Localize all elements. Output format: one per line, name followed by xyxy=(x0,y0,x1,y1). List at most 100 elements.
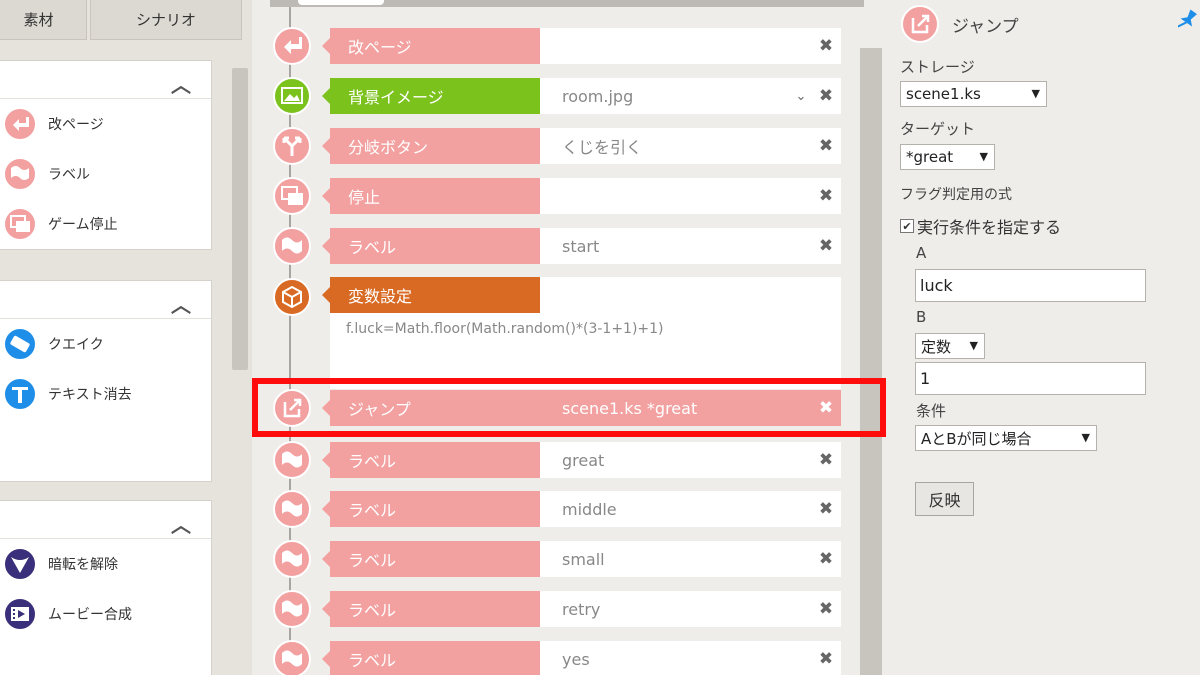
return-arrow-icon xyxy=(273,27,311,65)
timeline-row[interactable]: ラベル small ✖ xyxy=(252,540,892,578)
command-label: ラベル xyxy=(322,228,540,264)
palette-group-header: ︿ xyxy=(0,61,211,99)
b-type-select[interactable]: 定数 ▼ xyxy=(915,333,985,359)
palette-item-movie[interactable]: ムービー合成 xyxy=(0,589,211,639)
palette-scrollbar[interactable] xyxy=(232,68,248,370)
variable-setting-card[interactable]: 変数設定 f.luck=Math.floor(Math.random()*(3-… xyxy=(322,277,841,389)
timeline-card[interactable]: 背景イメージ room.jpg ⌄ ✖ xyxy=(322,78,841,114)
delete-icon[interactable]: ✖ xyxy=(811,450,841,470)
palette-item-label: ラベル xyxy=(48,167,90,183)
flag-icon xyxy=(273,227,311,265)
timeline-row[interactable]: 分岐ボタン くじを引く ✖ xyxy=(252,127,892,165)
command-label: ラベル xyxy=(322,541,540,577)
delete-icon[interactable]: ✖ xyxy=(811,599,841,619)
timeline-row[interactable]: ラベル retry ✖ xyxy=(252,590,892,628)
command-label-text: 背景イメージ xyxy=(348,88,444,107)
palette-item-fade-release[interactable]: 暗転を解除 xyxy=(0,539,211,589)
collapse-caret-icon[interactable]: ︿ xyxy=(171,509,191,538)
delete-icon[interactable]: ✖ xyxy=(811,499,841,519)
timeline-top-button[interactable] xyxy=(298,0,384,5)
timeline-card[interactable]: ラベル retry ✖ xyxy=(322,591,841,627)
palette-item-newpage[interactable]: 改ページ xyxy=(0,99,211,149)
condition-checkbox[interactable]: ✔ xyxy=(900,219,914,233)
storage-select[interactable]: scene1.ks ▼ xyxy=(900,81,1047,107)
command-label-text: 変数設定 xyxy=(348,287,413,306)
timeline-row[interactable]: 背景イメージ room.jpg ⌄ ✖ xyxy=(252,77,892,115)
command-label: 停止 xyxy=(322,178,540,214)
command-label-text: ラベル xyxy=(348,601,397,620)
delete-icon[interactable]: ✖ xyxy=(811,86,841,106)
command-label-text: ラベル xyxy=(348,501,397,520)
a-input-value: luck xyxy=(920,276,953,295)
a-input[interactable]: luck xyxy=(915,269,1146,302)
delete-icon[interactable]: ✖ xyxy=(811,36,841,56)
command-value: くじを引く xyxy=(562,138,643,157)
timeline-scrollbar[interactable] xyxy=(860,48,882,675)
delete-icon[interactable]: ✖ xyxy=(811,549,841,569)
target-select-value: *great xyxy=(906,148,954,166)
flag-icon xyxy=(273,441,311,479)
command-value: great xyxy=(562,450,605,470)
delete-icon[interactable]: ✖ xyxy=(811,649,841,669)
command-label: ラベル xyxy=(322,442,540,478)
fade-release-icon xyxy=(2,546,38,582)
pin-icon[interactable] xyxy=(1178,8,1198,34)
palette-item-quake[interactable]: クエイク xyxy=(0,319,211,369)
command-label-text: ラベル xyxy=(348,238,397,257)
branch-icon xyxy=(273,127,311,165)
timeline-row[interactable]: 停止 ✖ xyxy=(252,177,892,215)
collapse-caret-icon[interactable]: ︿ xyxy=(171,69,191,98)
delete-icon[interactable]: ✖ xyxy=(811,186,841,206)
apply-button[interactable]: 反映 xyxy=(915,482,974,516)
chevron-down-icon[interactable]: ⌄ xyxy=(791,89,811,104)
timeline-card[interactable]: ラベル yes ✖ xyxy=(322,641,841,675)
palette-group-header: ︿ xyxy=(0,281,211,319)
command-label: 変数設定 xyxy=(322,277,540,313)
condition-select[interactable]: AとBが同じ場合 ▼ xyxy=(915,425,1097,451)
storage-select-value: scene1.ks xyxy=(906,85,981,103)
palette-item-label-tag[interactable]: ラベル xyxy=(0,149,211,199)
timeline-row[interactable]: ラベル start ✖ xyxy=(252,227,892,265)
flag-icon xyxy=(2,156,38,192)
condition-select-value: AとBが同じ場合 xyxy=(921,429,1032,448)
command-value: yes xyxy=(562,649,590,669)
condition-checkbox-label: 実行条件を指定する xyxy=(917,218,1062,237)
b-input[interactable]: 1 xyxy=(915,362,1146,395)
return-arrow-icon xyxy=(2,106,38,142)
condition-checkbox-row[interactable]: ✔ 実行条件を指定する xyxy=(900,214,1061,238)
timeline-card[interactable]: ラベル middle ✖ xyxy=(322,491,841,527)
tab-scenario[interactable]: シナリオ xyxy=(90,0,242,40)
timeline-row[interactable]: ラベル middle ✖ xyxy=(252,490,892,528)
stop-windows-icon xyxy=(2,206,38,242)
delete-icon[interactable]: ✖ xyxy=(811,136,841,156)
timeline-row[interactable]: ラベル great ✖ xyxy=(252,441,892,479)
target-select[interactable]: *great ▼ xyxy=(900,144,995,170)
timeline-card[interactable]: ラベル start ✖ xyxy=(322,228,841,264)
collapse-caret-icon[interactable]: ︿ xyxy=(171,289,191,318)
text-erase-icon xyxy=(2,376,38,412)
scenario-timeline: 改ページ ✖ 背景イメージ room.jpg ⌄ ✖ 分岐ボタン くじを引く ✖… xyxy=(252,0,892,675)
command-label: 分岐ボタン xyxy=(322,128,540,164)
delete-icon[interactable]: ✖ xyxy=(811,236,841,256)
command-label: 背景イメージ xyxy=(322,78,540,114)
timeline-row[interactable]: 改ページ ✖ xyxy=(252,27,892,65)
command-label-text: ラベル xyxy=(348,452,397,471)
dropdown-arrow-icon: ▼ xyxy=(979,150,988,163)
timeline-card[interactable]: 停止 ✖ xyxy=(322,178,841,214)
image-icon xyxy=(273,77,311,115)
timeline-card[interactable]: ラベル small ✖ xyxy=(322,541,841,577)
timeline-card[interactable]: ラベル great ✖ xyxy=(322,442,841,478)
a-label: A xyxy=(916,244,927,262)
timeline-card[interactable]: 改ページ ✖ xyxy=(322,28,841,64)
palette-item-text-erase[interactable]: テキスト消去 xyxy=(0,369,211,419)
palette-item-game-stop[interactable]: ゲーム停止 xyxy=(0,199,211,249)
tab-material[interactable]: 素材 xyxy=(0,0,87,40)
flag-icon xyxy=(273,640,311,675)
flag-icon xyxy=(273,590,311,628)
jump-icon xyxy=(901,5,939,43)
timeline-card[interactable]: 分岐ボタン くじを引く ✖ xyxy=(322,128,841,164)
timeline-row[interactable]: ラベル yes ✖ xyxy=(252,640,892,675)
properties-panel: ジャンプ ストレージ scene1.ks ▼ ターゲット *great ▼ フラグ判… xyxy=(892,0,1200,675)
palette-item-label: クエイク xyxy=(48,337,104,353)
component-palette: 素材 シナリオ ︿ 改ページ ラベル ゲーム停止 ︿ クエイク テキスト消去 ︿ xyxy=(0,0,252,675)
